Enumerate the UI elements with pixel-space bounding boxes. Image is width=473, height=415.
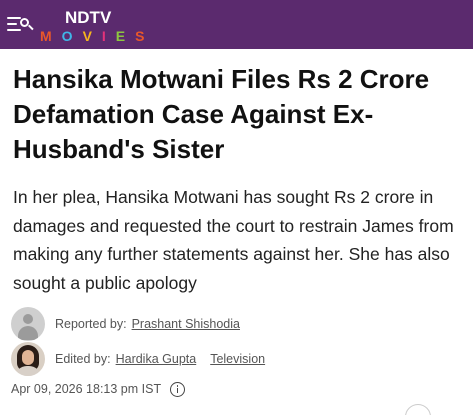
editor-avatar [11, 342, 45, 376]
category-link[interactable]: Television [210, 352, 265, 366]
info-dot [176, 385, 179, 387]
site-header: NDTV MOVIES [0, 0, 473, 49]
logo-ndtv: NDTV [65, 8, 112, 27]
edited-by-label: Edited by: [55, 352, 111, 366]
info-icon[interactable] [170, 381, 186, 397]
editor-row: Edited by: Hardika Gupta Television [11, 342, 265, 376]
menu-bar [7, 17, 21, 19]
logo-letter: E [115, 28, 136, 44]
menu-bar [7, 29, 21, 31]
reporter-row: Reported by: Prashant Shishodia [11, 307, 240, 341]
menu-search-icon[interactable] [4, 12, 34, 38]
article-headline: Hansika Motwani Files Rs 2 Crore Defamat… [13, 64, 430, 164]
logo-movies: MOVIES [40, 28, 154, 44]
reporter-link[interactable]: Prashant Shishodia [132, 317, 240, 331]
editor-link[interactable]: Hardika Gupta [116, 352, 197, 366]
search-handle [28, 24, 34, 31]
avatar-head [23, 314, 33, 324]
logo-letter: S [135, 28, 155, 44]
info-stem [176, 388, 179, 393]
logo-letter: O [61, 28, 83, 44]
reported-by-label: Reported by: [55, 317, 127, 331]
ndtv-movies-logo[interactable]: NDTV MOVIES [40, 6, 160, 46]
logo-letter: I [101, 28, 116, 44]
logo-letter: M [40, 28, 62, 44]
reporter-avatar [11, 307, 45, 341]
share-button[interactable] [405, 404, 431, 415]
menu-bar [7, 23, 17, 25]
logo-letter: V [82, 28, 102, 44]
avatar-shoulders [18, 326, 38, 340]
avatar-face [22, 350, 34, 365]
article-summary: In her plea, Hansika Motwani has sought … [13, 187, 454, 293]
dateline: Apr 09, 2026 18:13 pm IST [11, 379, 186, 399]
publish-date: Apr 09, 2026 18:13 pm IST [11, 382, 162, 396]
